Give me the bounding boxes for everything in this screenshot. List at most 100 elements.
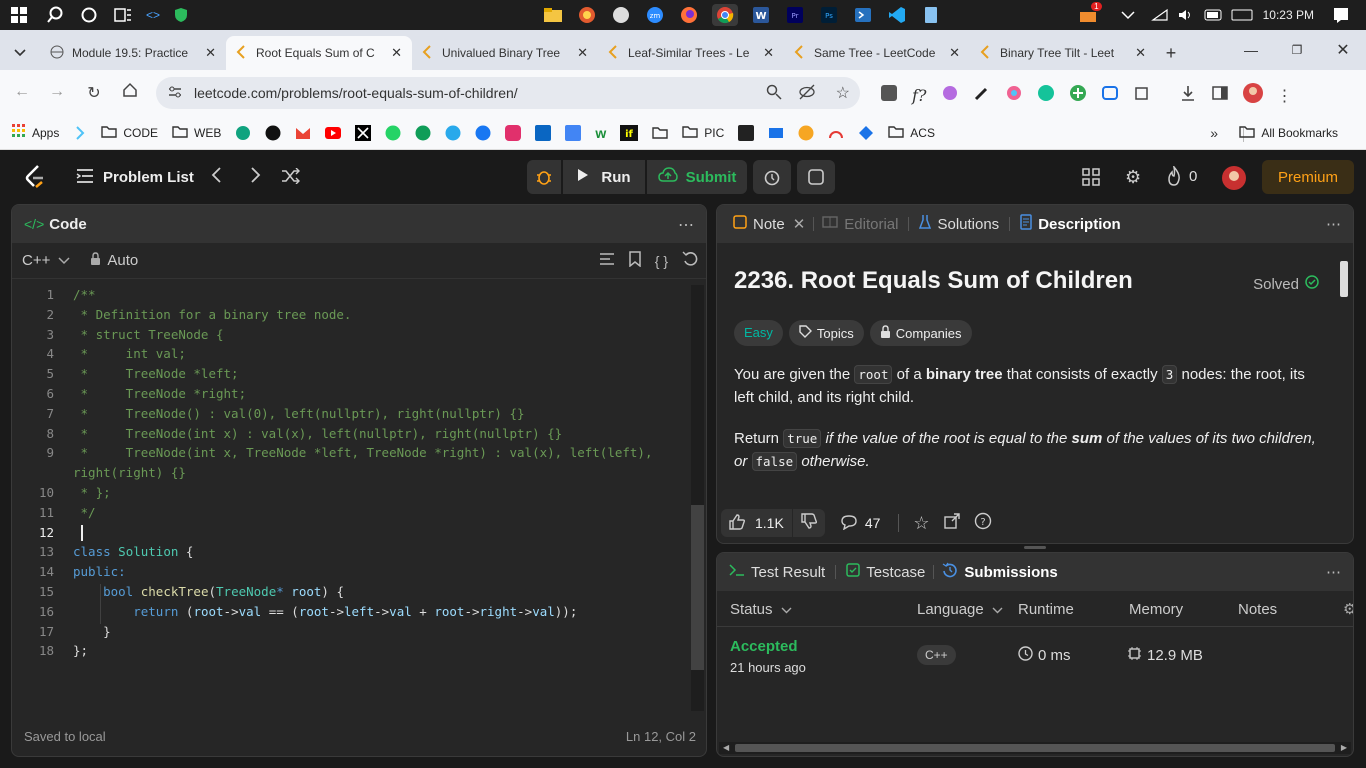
close-tab-icon[interactable]: ✕ (391, 45, 402, 61)
panel-more-icon[interactable]: ⋯ (678, 215, 694, 235)
menu-dots-icon[interactable]: ⋮ (1277, 86, 1293, 106)
puzzle-icon[interactable] (1133, 84, 1151, 107)
volume-icon[interactable] (1175, 4, 1197, 26)
code-line[interactable]: 12 (12, 525, 692, 545)
favorite-star-icon[interactable]: ☆ (913, 513, 929, 534)
code-line[interactable]: 7 * TreeNode() : val(0), left(nullptr), … (12, 406, 692, 426)
description-scroll-thumb[interactable] (1340, 261, 1348, 297)
companies-button[interactable]: Companies (869, 320, 972, 346)
more-bookmarks-icon[interactable]: » (1210, 125, 1218, 141)
bookmark-if-icon[interactable]: if (620, 124, 639, 141)
app-icon-2[interactable] (610, 4, 632, 26)
code-line[interactable]: right(right) {} (12, 465, 692, 485)
editor-scroll-thumb[interactable] (691, 505, 704, 670)
facebook-icon[interactable] (475, 125, 491, 141)
language-select[interactable]: C++ (22, 252, 70, 269)
close-tab-icon[interactable]: ✕ (205, 45, 216, 61)
notifications-icon[interactable] (1330, 4, 1352, 26)
close-note-icon[interactable]: ✕ (793, 215, 806, 233)
format-lines-icon[interactable] (599, 252, 615, 270)
horizontal-scrollbar[interactable]: ◀ ▶ (719, 742, 1351, 754)
forward-icon[interactable]: → (47, 83, 67, 101)
reset-icon[interactable] (682, 251, 698, 271)
submission-row[interactable]: Accepted 21 hours ago C++ 0 ms 12.9 MB (717, 628, 1353, 680)
all-bookmarks[interactable]: All Bookmarks (1239, 125, 1338, 141)
browser-tab[interactable]: Module 19.5: Practice ✕ (40, 36, 226, 70)
github-icon[interactable] (265, 125, 281, 141)
timer-icon[interactable] (753, 160, 791, 194)
code-line[interactable]: 9 * TreeNode(int x, TreeNode *left, Tree… (12, 445, 692, 465)
bookmark-folder-acs[interactable]: ACS (888, 125, 935, 141)
code-editor[interactable]: 1 /** 2 * Definition for a binary tree nod… (12, 287, 692, 663)
youtube-icon[interactable] (325, 126, 342, 139)
bookmark-star-icon[interactable]: ☆ (836, 83, 850, 103)
scroll-left-arrow-icon[interactable]: ◀ (723, 743, 729, 752)
close-window-icon[interactable]: ✕ (1320, 40, 1366, 60)
status-column-header[interactable]: Status (730, 601, 792, 618)
submit-button[interactable]: Submit (647, 160, 747, 194)
extension-icon[interactable] (880, 84, 898, 107)
telegram-icon[interactable] (445, 125, 461, 141)
code-line[interactable]: 3 * struct TreeNode { (12, 327, 692, 347)
vscode-icon[interactable] (886, 4, 908, 26)
site-info-icon[interactable] (168, 85, 182, 102)
maximize-icon[interactable]: ❐ (1274, 43, 1320, 57)
code-line[interactable]: 14 public: (12, 564, 692, 584)
zoom-lens-icon[interactable] (766, 84, 782, 103)
code-line[interactable]: 13 class Solution { (12, 544, 692, 564)
bookmark-w-icon[interactable]: w (595, 125, 606, 141)
tray-app-icon[interactable]: 1 (1077, 2, 1102, 26)
difficulty-badge[interactable]: Easy (734, 320, 783, 346)
bookmark-folder-code[interactable]: CODE (101, 125, 158, 141)
zoom-icon[interactable]: zm (644, 4, 666, 26)
code-line[interactable]: 8 * TreeNode(int x) : val(x), left(nullp… (12, 426, 692, 446)
task-view-icon[interactable] (78, 4, 100, 26)
download-icon[interactable] (1179, 84, 1197, 107)
premium-button[interactable]: Premium (1262, 160, 1354, 194)
tab-test-result[interactable]: Test Result (729, 563, 825, 581)
leetcode-logo-icon[interactable] (24, 164, 46, 195)
shuffle-icon[interactable] (281, 167, 301, 189)
dev-tools-icon[interactable]: <> (142, 4, 164, 26)
profile-avatar[interactable] (1242, 83, 1263, 108)
shield-app-icon[interactable] (170, 4, 192, 26)
editor-scrollbar[interactable] (691, 285, 704, 711)
browser-tab[interactable]: Binary Tree Tilt - Leet ✕ (970, 36, 1156, 70)
prev-problem-icon[interactable] (210, 166, 224, 189)
tab-search-chevron-icon[interactable] (0, 36, 40, 70)
wifi-icon[interactable] (1149, 4, 1171, 26)
extension-icon[interactable] (941, 84, 959, 107)
reload-icon[interactable]: ↻ (84, 83, 104, 103)
bookmark-apps[interactable]: Apps (12, 124, 59, 141)
bookmark-icon[interactable] (629, 251, 641, 271)
like-button[interactable]: 1.1K (721, 509, 792, 537)
panel-more-icon[interactable]: ⋯ (1326, 215, 1341, 233)
folder-icon[interactable] (652, 126, 668, 139)
close-tab-icon[interactable]: ✕ (577, 45, 588, 61)
code-line[interactable]: 11 */ (12, 505, 692, 525)
gmail-icon[interactable] (295, 126, 311, 140)
tab-editorial[interactable]: Editorial (822, 215, 898, 233)
linkedin-icon[interactable] (535, 124, 552, 141)
close-tab-icon[interactable]: ✕ (1135, 45, 1146, 61)
bookmark-icon-item[interactable] (73, 125, 87, 140)
dislike-button[interactable] (792, 509, 825, 537)
editor-mode[interactable]: Auto (107, 252, 138, 269)
topics-button[interactable]: Topics (788, 320, 864, 346)
formula-extension-icon[interactable]: f? (912, 86, 927, 105)
comments-button[interactable]: 47 (841, 514, 880, 533)
new-tab-plus-icon[interactable]: + (1156, 36, 1186, 70)
eye-off-icon[interactable] (798, 84, 816, 103)
word-icon[interactable]: W (750, 4, 772, 26)
panel-more-icon[interactable]: ⋯ (1326, 563, 1341, 581)
minimize-icon[interactable]: — (1228, 42, 1274, 58)
back-icon[interactable]: ← (12, 83, 32, 101)
tab-note[interactable]: Note ✕ (733, 215, 805, 233)
chatgpt-icon[interactable] (235, 125, 251, 141)
debug-bug-icon[interactable] (527, 160, 561, 194)
extension-icon[interactable] (1005, 84, 1023, 107)
bookmark-folder-pic[interactable]: PIC (682, 125, 724, 141)
code-line[interactable]: 15 bool checkTree(TreeNode* root) { (12, 584, 692, 604)
code-line[interactable]: 6 * TreeNode *right; (12, 386, 692, 406)
code-line[interactable]: 16 return (root->val == (root->left->val… (12, 604, 692, 624)
